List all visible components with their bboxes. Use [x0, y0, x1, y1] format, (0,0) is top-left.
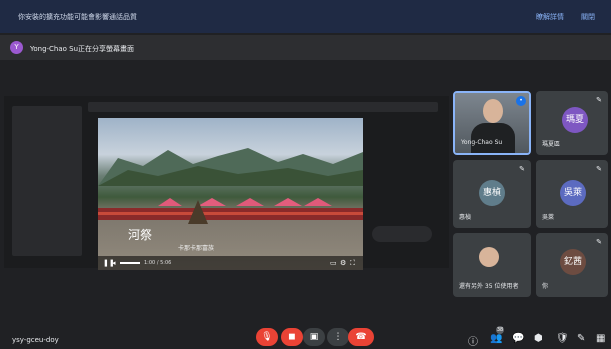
participant-avatar: 吳萊: [560, 180, 586, 206]
banner-text: 你安裝的擴充功能可能會影響通話品質: [18, 13, 137, 21]
chat-icon[interactable]: 💬: [512, 333, 524, 344]
mountain-scene: [98, 148, 363, 186]
person-face: [483, 99, 503, 123]
participant-tile-speaker[interactable]: • Yong-Chao Su: [453, 91, 531, 155]
progress-bar[interactable]: [120, 262, 140, 264]
mic-off-icon: ✎: [596, 165, 602, 173]
dismiss-link[interactable]: 關閉: [581, 12, 595, 22]
fullscreen-icon[interactable]: ⛶: [350, 259, 355, 268]
mic-off-icon: ✎: [596, 238, 602, 246]
grid-icon[interactable]: ▦: [596, 333, 605, 344]
people-count: 38: [496, 326, 504, 334]
captions-icon[interactable]: ▭: [330, 259, 337, 267]
presenter-bar: Y Yong-Chao Su正在分享螢幕畫面: [0, 35, 611, 60]
participant-avatar: 釔茜: [560, 249, 586, 275]
more-participants-tile[interactable]: 還有另外 35 位使用者: [453, 233, 531, 297]
presenter-text: Yong-Chao Su正在分享螢幕畫面: [30, 45, 135, 53]
screen-toolbar: [88, 102, 438, 112]
meeting-info-icon[interactable]: ⓘ: [468, 333, 478, 348]
edit-icon[interactable]: ✎: [577, 333, 585, 344]
learn-more-link[interactable]: 瞭解詳情: [536, 12, 564, 22]
present-button[interactable]: ▣: [303, 328, 325, 346]
participant-avatar: 瑪夏: [562, 107, 588, 133]
camera-toggle-button[interactable]: ◼: [281, 328, 303, 346]
screen-panel: [372, 226, 432, 242]
mic-off-icon: ✎: [519, 165, 525, 173]
self-tile[interactable]: ✎ 釔茜 你: [536, 233, 608, 297]
participant-name: 惠楨: [459, 214, 472, 221]
video-caption-sub: 卡那卡那富族: [178, 245, 215, 252]
volume-icon[interactable]: ◂: [112, 259, 116, 267]
speaking-icon: •: [516, 96, 526, 106]
video-caption-main: 河祭: [128, 228, 153, 242]
participant-name: 你: [542, 283, 549, 290]
participant-tile[interactable]: ✎ 惠楨 惠楨: [453, 160, 531, 228]
screen-sidebar: [12, 106, 82, 256]
participant-avatar: 惠楨: [479, 180, 505, 206]
meeting-code: ysy-gceu-doy: [12, 336, 59, 344]
participant-tile[interactable]: ✎ 吳萊 吳萊: [536, 160, 608, 228]
presenter-avatar: Y: [10, 41, 23, 54]
mic-toggle-button[interactable]: 🎙: [256, 328, 278, 346]
more-participants-text: 還有另外 35 位使用者: [459, 283, 519, 290]
shared-video-player[interactable]: 河祭 卡那卡那富族 ❚❚ ◂ 1:00 / 5:06 ▭ ⚙ ⛶: [98, 118, 363, 270]
participant-name: 瑪夏區: [542, 141, 561, 148]
ceremony-crowd: [98, 198, 363, 224]
settings-icon[interactable]: ⚙: [340, 259, 346, 267]
participant-name: 吳萊: [542, 214, 555, 221]
people-icon[interactable]: 👥: [490, 333, 502, 344]
participant-tile[interactable]: ✎ 瑪夏 瑪夏區: [536, 91, 608, 155]
video-time: 1:00 / 5:06: [144, 260, 172, 266]
more-options-button[interactable]: ⋮: [327, 328, 349, 346]
host-controls-icon[interactable]: 🛡: [556, 333, 569, 344]
participant-name: Yong-Chao Su: [461, 139, 503, 146]
more-participants-avatar: [479, 247, 499, 267]
end-call-button[interactable]: ☎: [348, 328, 374, 346]
mic-off-icon: ✎: [596, 96, 602, 104]
extension-warning-banner: 你安裝的擴充功能可能會影響通話品質 瞭解詳情 關閉: [0, 0, 611, 33]
video-controls: ❚❚ ◂ 1:00 / 5:06 ▭ ⚙ ⛶: [98, 256, 363, 270]
activities-icon[interactable]: ⬢: [534, 333, 543, 344]
